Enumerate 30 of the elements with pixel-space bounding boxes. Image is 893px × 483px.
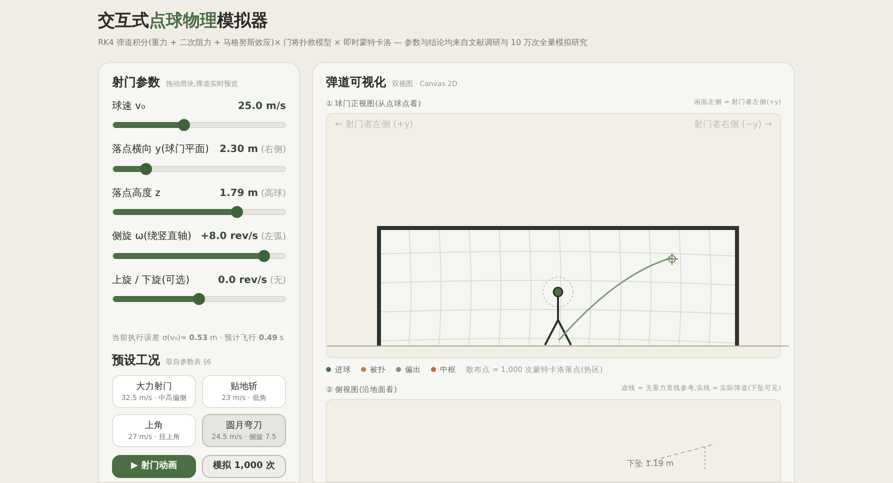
slider-track[interactable] [112, 209, 286, 215]
slider-label: 侧旋 ω(绕竖直轴) [112, 230, 192, 244]
slider-value: 2.30 m (右侧) [220, 143, 286, 157]
simulate-button[interactable]: 模拟 1,000 次 [202, 455, 286, 478]
slider-value: 1.79 m (高球) [220, 186, 286, 200]
slider-thumb[interactable] [140, 162, 152, 174]
slider-value: 25.0 m/s [238, 100, 286, 114]
slider-track[interactable] [112, 122, 286, 128]
target-crosshair-icon [666, 252, 678, 266]
slider-thumb[interactable] [178, 119, 190, 131]
goalkeeper-drawing [542, 276, 574, 346]
section-title: 预设工况 [112, 352, 160, 370]
slider-thumb[interactable] [258, 250, 270, 262]
page-subtitle: RK4 弹道积分(重力 + 二次阻力 + 马格努斯效应)× 门将扑救模型 × 即时蒙特卡洛 — 参数与结论均来自文献调研与 10 万次全量模拟研究 [98, 38, 589, 48]
page-title: 交互式点球物理模拟器 [98, 10, 269, 32]
drop-label: 下坠 1.19 m [627, 458, 674, 470]
drop-marker-line [704, 446, 706, 470]
slider-label: 球速 v₀ [112, 100, 146, 114]
slider-thumb[interactable] [230, 206, 243, 218]
slider-label: 上旋 / 下旋(可选) [112, 274, 190, 288]
section-title: 射门参数 [112, 74, 160, 91]
play-button[interactable]: ▶ 射门动画 [112, 455, 196, 478]
slider-label: 落点横向 y(球门平面) [112, 142, 209, 157]
slider-thumb[interactable] [193, 293, 205, 305]
slider-track[interactable] [112, 296, 286, 302]
slider-value: +8.0 rev/s (左弧) [200, 230, 286, 244]
slider-value: 0.0 rev/s (无) [218, 274, 286, 288]
slider-label: 落点高度 z [112, 186, 160, 200]
section-title: 弹道可视化 [326, 74, 386, 91]
slider-track[interactable] [112, 166, 286, 172]
